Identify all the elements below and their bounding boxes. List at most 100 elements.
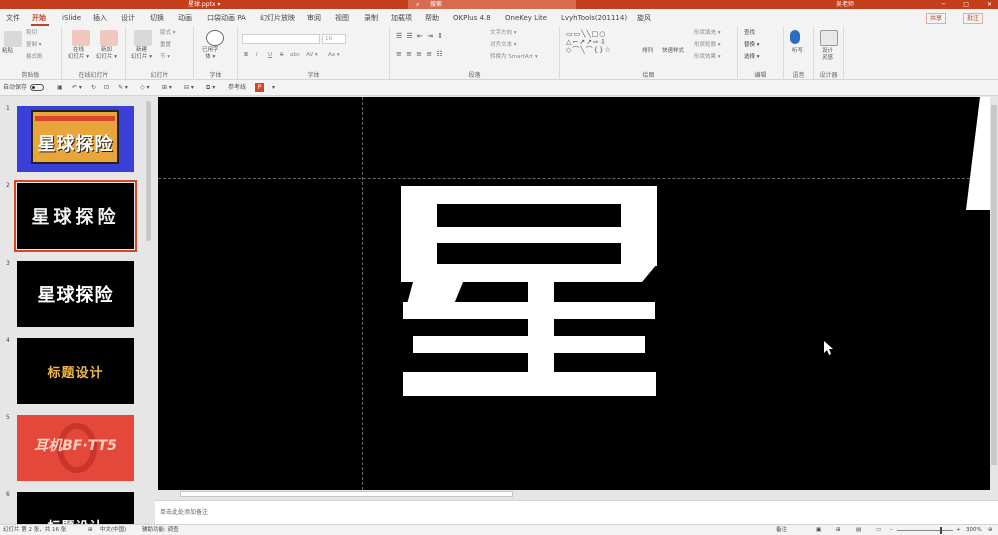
tab-insert[interactable]: 插入: [93, 13, 107, 23]
new-slide-icon[interactable]: [134, 30, 152, 46]
zoom-slider-knob[interactable]: [940, 527, 942, 534]
slide-thumbnail-1[interactable]: 星球探险: [17, 106, 134, 172]
strikethrough-button[interactable]: S: [280, 52, 284, 59]
slide-canvas[interactable]: 星: [158, 97, 990, 490]
zoom-slider[interactable]: [897, 530, 953, 531]
underline-button[interactable]: U: [268, 52, 272, 59]
slide-thumbnail-5[interactable]: 耳机BF·TT5: [17, 415, 134, 481]
slide-sorter-icon[interactable]: ⊞: [836, 526, 841, 535]
accessibility-status[interactable]: 辅助功能: 调查: [142, 526, 179, 535]
horizontal-scrollbar[interactable]: [158, 490, 990, 498]
font-size-box[interactable]: 10: [322, 34, 346, 44]
undo-icon[interactable]: ↶ ▾: [72, 83, 82, 92]
zoom-level[interactable]: 300%: [966, 526, 982, 535]
design-ideas-button[interactable]: 设计 灵感: [822, 48, 833, 62]
font-name-box[interactable]: [242, 34, 320, 44]
char-spacing-button[interactable]: AV ▾: [306, 52, 318, 59]
powerpoint-icon[interactable]: P: [255, 83, 264, 92]
list-icons[interactable]: ☰ ☰ ⇤ ⇥ ⇕: [396, 32, 444, 40]
arrange-icon[interactable]: ⧉ ▾: [206, 83, 215, 92]
save-icon[interactable]: ▣: [57, 83, 63, 92]
tab-animations[interactable]: 动画: [178, 13, 192, 23]
vertical-scrollbar[interactable]: [990, 97, 998, 493]
comments-button[interactable]: 批注: [963, 13, 984, 24]
tab-xuanfeng[interactable]: 旋风: [637, 13, 651, 23]
copy-button[interactable]: 复制 ▾: [26, 42, 42, 49]
tab-okplus[interactable]: OKPlus 4.8: [453, 13, 491, 23]
document-title[interactable]: 星球.pptx ▾: [188, 0, 220, 9]
section-button[interactable]: 节 ▾: [160, 54, 170, 61]
paste-icon[interactable]: [4, 31, 22, 47]
sketch-icon[interactable]: ✎ ▾: [118, 83, 128, 92]
close-button[interactable]: ✕: [987, 0, 992, 9]
quick-styles-button[interactable]: 快速样式: [662, 48, 684, 55]
zoom-out-icon[interactable]: –: [890, 526, 893, 535]
new-online-button[interactable]: 新加 幻灯片 ▾: [96, 47, 117, 61]
designer-icon[interactable]: [820, 30, 838, 46]
smartart-button[interactable]: 转换为 SmartArt ▾: [490, 54, 538, 61]
customize-qat-icon[interactable]: ▾: [272, 83, 275, 92]
search-box[interactable]: ⌕ 搜索: [408, 0, 576, 9]
new-online-icon[interactable]: [100, 30, 118, 46]
maximize-button[interactable]: □: [963, 0, 969, 9]
shadow-button[interactable]: abc: [290, 52, 300, 59]
normal-view-icon[interactable]: ▣: [816, 526, 821, 535]
user-name[interactable]: 吴老师: [836, 0, 854, 9]
fit-slide-icon[interactable]: ⊕: [988, 526, 993, 535]
tab-help[interactable]: 帮助: [425, 13, 439, 23]
arrange-button[interactable]: 排列: [642, 48, 653, 55]
tab-slideshow[interactable]: 幻灯片放映: [260, 13, 295, 23]
notes-placeholder[interactable]: 单击此处添加备注: [160, 507, 208, 516]
find-button[interactable]: 查找: [744, 30, 755, 37]
autosave-toggle[interactable]: [30, 84, 44, 91]
shape-fill-button[interactable]: 形状填充 ▾: [694, 30, 721, 37]
shape-gallery[interactable]: ▭▭╲╲□○ △⌐↗↗⇨⇩ ◇⌒╲⌒{}☆: [566, 30, 612, 54]
tab-addins[interactable]: 加载项: [391, 13, 412, 23]
select-button[interactable]: 选择 ▾: [744, 54, 760, 61]
new-slide-button[interactable]: 新建 幻灯片 ▾: [131, 47, 152, 61]
grid-icon[interactable]: ⊞ ▾: [162, 83, 172, 92]
tab-record[interactable]: 录制: [364, 13, 378, 23]
redo-icon[interactable]: ↻: [91, 83, 96, 92]
used-fonts-icon[interactable]: [206, 30, 224, 46]
align-text-button[interactable]: 对齐文本 ▾: [490, 42, 517, 49]
slide-thumbnail-3[interactable]: 星球探险: [17, 261, 134, 327]
align-icons[interactable]: ≡ ≡ ≡ ≡ ☷: [396, 50, 444, 58]
italic-button[interactable]: I: [256, 52, 258, 59]
online-slide-button[interactable]: 在线 幻灯片 ▾: [68, 47, 89, 61]
thumbnails-scrollbar[interactable]: [146, 101, 151, 241]
slide-thumbnail-2[interactable]: 星球探险: [14, 180, 137, 252]
tab-design[interactable]: 设计: [121, 13, 135, 23]
slide-thumbnail-4[interactable]: 标题设计: [17, 338, 134, 404]
microphone-icon[interactable]: [790, 30, 800, 44]
shape-outline-button[interactable]: 形状轮廓 ▾: [694, 42, 721, 49]
shape-effects-button[interactable]: 形状效果 ▾: [694, 54, 721, 61]
replace-button[interactable]: 替换 ▾: [744, 42, 760, 49]
tab-review[interactable]: 审阅: [307, 13, 321, 23]
guides-label[interactable]: 参考线: [228, 83, 246, 92]
paste-button[interactable]: 粘贴: [2, 48, 13, 55]
shape-outline-icon[interactable]: ◇ ▾: [140, 83, 150, 92]
layout-button[interactable]: 版式 ▾: [160, 30, 176, 37]
present-icon[interactable]: ⊡: [104, 83, 109, 92]
text-direction-button[interactable]: 文字方向 ▾: [490, 30, 517, 37]
reset-button[interactable]: 重置: [160, 42, 171, 49]
reading-view-icon[interactable]: ▤: [856, 526, 861, 535]
tab-transitions[interactable]: 切换: [150, 13, 164, 23]
big-character-graphic[interactable]: [158, 97, 990, 490]
online-slide-icon[interactable]: [72, 30, 90, 46]
tab-islide[interactable]: iSlide: [62, 13, 81, 23]
notes-toggle[interactable]: 备注: [776, 526, 787, 535]
tab-home[interactable]: 开始: [32, 13, 46, 23]
tab-onekey[interactable]: OneKey Lite: [505, 13, 547, 23]
slideshow-icon[interactable]: ▭: [876, 526, 881, 535]
notes-pane[interactable]: 单击此处添加备注: [155, 500, 998, 524]
format-painter-button[interactable]: 格式刷: [26, 54, 43, 61]
zoom-in-icon[interactable]: +: [956, 526, 961, 535]
vertical-scroll-thumb[interactable]: [991, 105, 997, 465]
tab-file[interactable]: 文件: [6, 13, 20, 23]
tab-pocket-animation[interactable]: 口袋动画 PA: [207, 13, 246, 23]
bold-button[interactable]: B: [244, 52, 248, 59]
horizontal-scroll-thumb[interactable]: [180, 491, 513, 497]
minimize-button[interactable]: ─: [942, 0, 946, 9]
